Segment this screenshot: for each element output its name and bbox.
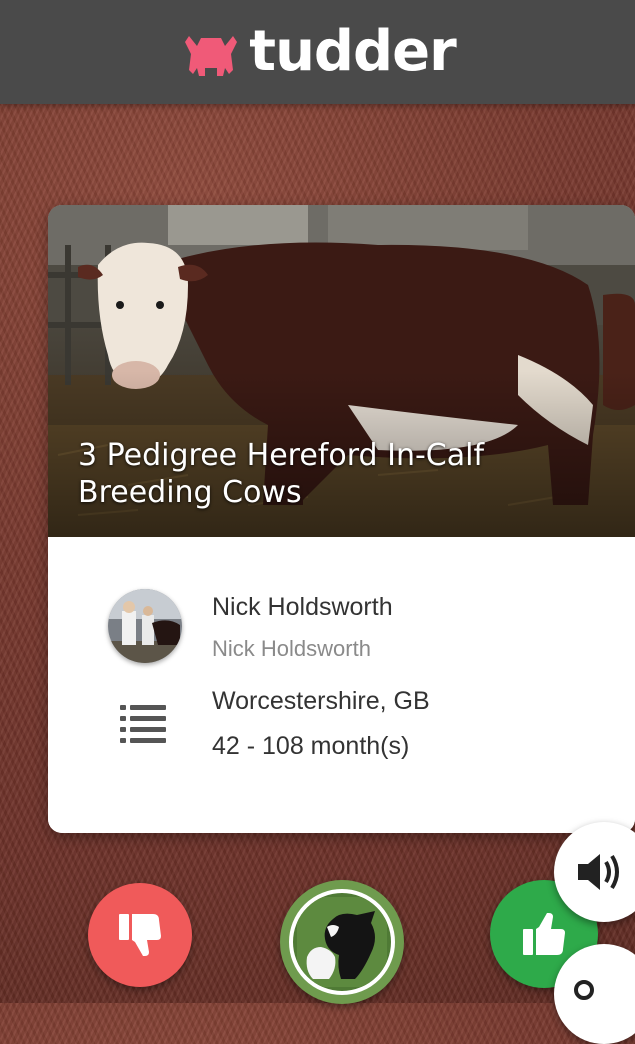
seller-photo bbox=[108, 589, 182, 663]
listing-title: 3 Pedigree Hereford In-Calf Breeding Cow… bbox=[78, 438, 485, 510]
list-icon bbox=[120, 705, 166, 743]
listing-card[interactable]: 3 Pedigree Hereford In-Calf Breeding Cow… bbox=[48, 205, 635, 833]
brand-name: tudder bbox=[249, 19, 456, 84]
listing-photo: 3 Pedigree Hereford In-Calf Breeding Cow… bbox=[48, 205, 635, 537]
profile-button[interactable] bbox=[280, 880, 404, 1004]
search-icon bbox=[574, 980, 594, 1000]
listing-age-range: 42 - 108 month(s) bbox=[212, 732, 410, 760]
seller-subtitle: Nick Holdsworth bbox=[212, 636, 371, 661]
listing-location: Worcestershire, GB bbox=[212, 687, 430, 715]
cow-profile-icon bbox=[297, 897, 387, 987]
listing-info: Nick Holdsworth Nick Holdsworth Worceste… bbox=[48, 537, 635, 833]
cow-logo-icon bbox=[185, 36, 238, 76]
app-header: tudder bbox=[0, 0, 635, 104]
sound-button[interactable] bbox=[554, 822, 635, 922]
brand: tudder bbox=[179, 19, 457, 84]
avatar[interactable] bbox=[108, 589, 182, 663]
seller-name: Nick Holdsworth bbox=[212, 593, 393, 621]
dislike-button[interactable] bbox=[88, 883, 192, 987]
thumbs-down-icon bbox=[119, 914, 161, 956]
extra-button[interactable] bbox=[554, 944, 635, 1044]
profile-button-inner bbox=[289, 889, 395, 995]
speaker-icon bbox=[578, 854, 619, 890]
